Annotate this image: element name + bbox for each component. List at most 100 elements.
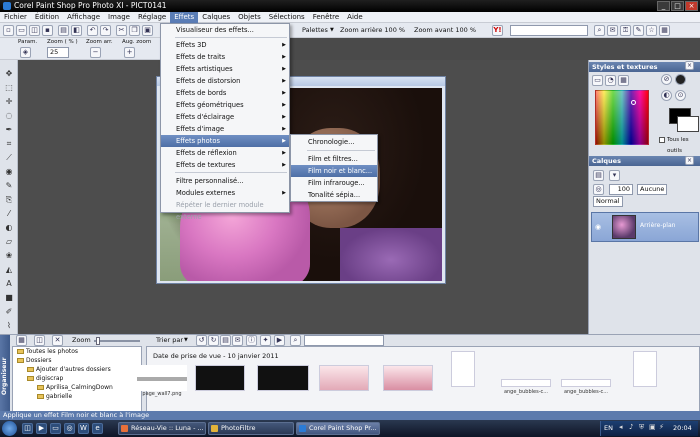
menu-item-infrared-film[interactable]: Film infrarouge...	[291, 177, 377, 189]
menu-image[interactable]: Image	[104, 12, 134, 23]
tree-item-gabrielle[interactable]: gabrielle	[37, 393, 72, 401]
zoom-in-small-icon[interactable]: +	[124, 47, 135, 58]
maximize-button[interactable]: □	[671, 1, 684, 11]
search-input[interactable]	[510, 25, 588, 36]
undo-icon[interactable]: ↶	[87, 25, 98, 36]
start-button[interactable]	[2, 421, 17, 436]
language-indicator[interactable]: EN	[604, 424, 613, 432]
frame-tab-icon[interactable]: ▭	[592, 75, 603, 86]
thumbnail-ribbon-2[interactable]	[383, 365, 433, 391]
picture-tube-icon[interactable]: ❀	[3, 250, 15, 261]
pin-icon[interactable]: ✎	[633, 25, 644, 36]
browse-icon[interactable]: ◫	[29, 25, 40, 36]
eraser-tool-icon[interactable]: ▱	[3, 236, 15, 247]
gradient-icon[interactable]: ◐	[661, 90, 672, 101]
zoom-out-small-icon[interactable]: −	[90, 47, 101, 58]
blend-mode-select[interactable]: Aucune	[637, 184, 667, 195]
menu-item-photo-effects[interactable]: Effets photos ▶	[161, 135, 289, 147]
info-icon[interactable]: ⓘ	[246, 335, 257, 346]
media-quicklaunch-icon[interactable]: ▶	[36, 423, 47, 434]
save-icon[interactable]: ▪	[42, 25, 53, 36]
menu-calques[interactable]: Calques	[198, 12, 234, 23]
menu-fenetre[interactable]: Fenêtre	[309, 12, 343, 23]
slideshow-icon[interactable]: ▶	[274, 335, 285, 346]
grid-icon[interactable]: ▦	[659, 25, 670, 36]
background-swatch[interactable]	[677, 116, 699, 132]
fg-material-icon[interactable]	[675, 74, 686, 85]
search-toolbar-icon[interactable]: ⌕	[594, 25, 605, 36]
organizer-menu-icon[interactable]: ▦	[16, 335, 27, 346]
minimize-button[interactable]: _	[657, 1, 670, 11]
explorer-quicklaunch-icon[interactable]: ◫	[22, 423, 33, 434]
menu-item-lighting-effects[interactable]: Effets d'éclairage ▶	[161, 111, 289, 123]
menu-item-black-white-film[interactable]: Film noir et blanc...	[291, 165, 377, 177]
print-icon[interactable]: ▤	[58, 25, 69, 36]
layer-eye-icon[interactable]: ◉	[595, 223, 605, 231]
rotate-left-icon[interactable]: ↺	[196, 335, 207, 346]
lock-icon[interactable]: ⚿	[620, 25, 631, 36]
tray-icon-shield[interactable]: ⛨	[639, 423, 644, 432]
yahoo-icon[interactable]: Y!	[492, 25, 503, 36]
brush-tool-icon[interactable]: ✎	[3, 180, 15, 191]
scanner-icon[interactable]: ◧	[71, 25, 82, 36]
no-style-icon[interactable]: ⊘	[661, 74, 672, 85]
pick-tool-icon[interactable]: ⬚	[3, 82, 15, 93]
menu-aide[interactable]: Aide	[343, 12, 366, 23]
word-quicklaunch-icon[interactable]: W	[78, 423, 89, 434]
fill-tool-icon[interactable]: ◭	[3, 264, 15, 275]
tray-icon-network[interactable]: ◂	[619, 423, 623, 431]
rainbow-tab-icon[interactable]: ◔	[605, 75, 616, 86]
chrome-quicklaunch-icon[interactable]: ◎	[64, 423, 75, 434]
sort-by-button[interactable]: Trier par	[156, 335, 183, 346]
layer-row-background[interactable]: ◉ Arrière-plan	[591, 212, 699, 242]
mail-icon[interactable]: ✉	[607, 25, 618, 36]
menu-item-custom-filter[interactable]: Filtre personnalisé...	[161, 175, 289, 187]
close-button[interactable]: ×	[685, 1, 698, 11]
menu-item-3d-effects[interactable]: Effets 3D ▶	[161, 39, 289, 51]
zoom-out-button[interactable]: Zoom arrière 100 %	[340, 25, 405, 36]
new-file-icon[interactable]: ▫	[3, 25, 14, 36]
red-eye-tool-icon[interactable]: ◉	[3, 166, 15, 177]
print-photo-icon[interactable]: ▤	[220, 335, 231, 346]
thumbnail-filmstrip-1[interactable]	[195, 365, 245, 391]
menu-item-image-effects[interactable]: Effets d'image ▶	[161, 123, 289, 135]
menu-objets[interactable]: Objets	[234, 12, 265, 23]
tree-item-digiscrap[interactable]: digiscrap	[27, 375, 63, 383]
dropper-tool-icon[interactable]: ✒	[3, 124, 15, 135]
swatches-tab-icon[interactable]: ▦	[618, 75, 629, 86]
task-photofiltre[interactable]: PhotoFiltre	[208, 422, 294, 435]
organizer-side-tab[interactable]: Organiseur	[0, 335, 10, 413]
menu-edition[interactable]: Édition	[31, 12, 63, 23]
ie-quicklaunch-icon[interactable]: e	[92, 423, 103, 434]
menu-reglage[interactable]: Réglage	[134, 12, 170, 23]
menu-fichier[interactable]: Fichier	[0, 12, 31, 23]
all-tools-checkbox[interactable]	[659, 137, 665, 143]
tray-icon-monitor[interactable]: ▣	[649, 423, 656, 431]
tray-icon-power[interactable]: ⚡	[659, 423, 664, 431]
thumbnail-bubbles-d[interactable]	[633, 351, 657, 387]
paste-icon[interactable]: ▣	[142, 25, 153, 36]
menu-item-film-filters[interactable]: Film et filtres...	[291, 153, 377, 165]
email-photo-icon[interactable]: ✉	[232, 335, 243, 346]
organizer-search-input[interactable]	[304, 335, 384, 346]
menu-item-geometric-effects[interactable]: Effets géométriques ▶	[161, 99, 289, 111]
redo-icon[interactable]: ↷	[100, 25, 111, 36]
thumbnail-page-wall[interactable]: page_wall7.png	[137, 365, 187, 397]
crop-tool-icon[interactable]: ⌗	[3, 138, 15, 149]
layer-options-icon[interactable]: ▾	[609, 170, 620, 181]
tree-item-aprilisa[interactable]: Aprilisa_CalmingDown	[37, 384, 113, 392]
clone-tool-icon[interactable]: ⎘	[3, 194, 15, 205]
copy-icon[interactable]: ❐	[129, 25, 140, 36]
menu-item-edge-effects[interactable]: Effets de bords ▶	[161, 87, 289, 99]
text-tool-icon[interactable]: A	[3, 278, 15, 289]
menu-item-distortion-effects[interactable]: Effets de distorsion ▶	[161, 75, 289, 87]
pan-tool-icon[interactable]: ✥	[3, 68, 15, 79]
thumbnail-ribbon-1[interactable]	[319, 365, 369, 391]
menu-affichage[interactable]: Affichage	[63, 12, 104, 23]
tree-item-all-photos[interactable]: Toutes les photos	[17, 348, 78, 356]
straighten-tool-icon[interactable]: ⟋	[3, 152, 15, 163]
warp-tool-icon[interactable]: ⌇	[3, 320, 15, 331]
menu-item-sepia-toning[interactable]: Tonalité sépia...	[291, 189, 377, 201]
tag-icon[interactable]: ⌕	[290, 335, 301, 346]
organizer-zoom-slider[interactable]	[94, 340, 140, 342]
